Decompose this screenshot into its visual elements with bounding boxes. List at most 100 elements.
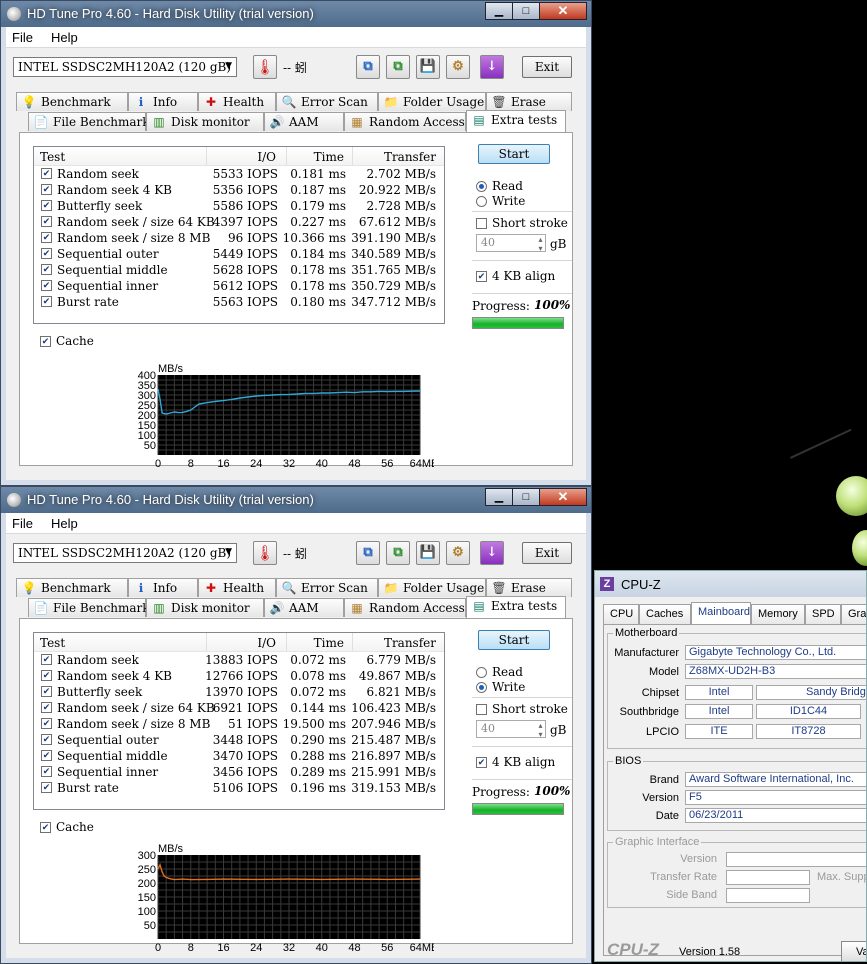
drive-select[interactable]: INTEL SSDSC2MH120A2 (120 gB) ▼: [13, 57, 237, 77]
column-header[interactable]: Transfer: [384, 150, 436, 164]
tab-info[interactable]: ℹ Info: [128, 92, 198, 111]
exit-button[interactable]: Exit: [522, 56, 572, 78]
table-row[interactable]: Sequential outer 5449 IOPS 0.184 ms 340.589…: [34, 246, 444, 262]
options-icon[interactable]: ⚙: [446, 55, 470, 79]
tab-extra-tests[interactable]: ▤ Extra tests: [466, 110, 566, 132]
align-checkbox[interactable]: [476, 271, 487, 282]
table-row[interactable]: Burst rate 5563 IOPS 0.180 ms 347.712 MB/s: [34, 294, 444, 310]
table-row[interactable]: Butterfly seek 5586 IOPS 0.179 ms 2.728 MB/…: [34, 198, 444, 214]
table-row[interactable]: Sequential outer 3448 IOPS 0.290 ms 215.487…: [34, 732, 444, 748]
menu-help[interactable]: Help: [51, 516, 78, 531]
cpuz-tab-memory[interactable]: Memory: [751, 604, 805, 624]
tab-random-access[interactable]: ▦ Random Access: [344, 112, 466, 131]
copy-all-icon[interactable]: ⧉: [386, 55, 410, 79]
copy-icon[interactable]: ⧉: [356, 55, 380, 79]
row-checkbox[interactable]: [41, 232, 52, 243]
menu-help[interactable]: Help: [51, 30, 78, 45]
tab-file-benchmark[interactable]: 📄 File Benchmark: [28, 598, 150, 617]
table-row[interactable]: Sequential inner 5612 IOPS 0.178 ms 350.729…: [34, 278, 444, 294]
cpuz-tab-caches[interactable]: Caches: [639, 604, 691, 624]
tab-aam[interactable]: 🔊 AAM: [264, 598, 344, 617]
tab-disk-monitor[interactable]: ▥ Disk monitor: [146, 598, 264, 617]
row-checkbox[interactable]: [41, 264, 52, 275]
table-row[interactable]: Random seek / size 8 MB 96 IOPS 10.366 ms 3…: [34, 230, 444, 246]
read-radio[interactable]: [476, 667, 487, 678]
menu-file[interactable]: File: [12, 30, 33, 45]
column-separator[interactable]: [206, 633, 207, 651]
row-checkbox[interactable]: [41, 184, 52, 195]
save-icon[interactable]: 💾: [416, 55, 440, 79]
maximize-button[interactable]: □: [512, 488, 540, 506]
read-radio[interactable]: [476, 181, 487, 192]
table-row[interactable]: Random seek / size 64 KB4397 IOPS 0.227 m…: [34, 214, 444, 230]
short-stroke-checkbox[interactable]: [476, 218, 487, 229]
tab-benchmark[interactable]: 💡 Benchmark: [16, 578, 128, 597]
column-header[interactable]: Test: [40, 636, 65, 650]
table-row[interactable]: Random seek 13883 IOPS 0.072 ms 6.779 MB/s: [34, 652, 444, 668]
table-row[interactable]: Sequential middle 3470 IOPS 0.288 ms 216.89…: [34, 748, 444, 764]
table-row[interactable]: Random seek / size 64 KB6921 IOPS 0.144 m…: [34, 700, 444, 716]
minimize-button[interactable]: ▁: [485, 2, 513, 20]
tab-disk-monitor[interactable]: ▥ Disk monitor: [146, 112, 264, 131]
cpuz-titlebar[interactable]: Z CPU-Z: [595, 571, 866, 597]
download-icon[interactable]: ↓: [480, 541, 504, 565]
tab-info[interactable]: ℹ Info: [128, 578, 198, 597]
tab-error-scan[interactable]: 🔍 Error Scan: [276, 92, 378, 111]
row-checkbox[interactable]: [41, 750, 52, 761]
tab-file-benchmark[interactable]: 📄 File Benchmark: [28, 112, 150, 131]
short-stroke-spinner[interactable]: 40: [476, 720, 546, 739]
save-icon[interactable]: 💾: [416, 541, 440, 565]
table-row[interactable]: Random seek 5533 IOPS 0.181 ms 2.702 MB/s: [34, 166, 444, 182]
cache-checkbox[interactable]: [40, 822, 51, 833]
table-row[interactable]: Random seek 4 KB 12766 IOPS 0.078 ms 49.867…: [34, 668, 444, 684]
exit-button[interactable]: Exit: [522, 542, 572, 564]
download-icon[interactable]: ↓: [480, 55, 504, 79]
column-separator[interactable]: [352, 633, 353, 651]
table-row[interactable]: Random seek 4 KB 5356 IOPS 0.187 ms 20.922 …: [34, 182, 444, 198]
copy-all-icon[interactable]: ⧉: [386, 541, 410, 565]
tab-folder-usage[interactable]: 📁 Folder Usage: [378, 92, 486, 111]
tab-extra-tests[interactable]: ▤ Extra tests: [466, 596, 566, 618]
tab-erase[interactable]: 🗑 Erase: [486, 578, 572, 597]
column-header[interactable]: Transfer: [384, 636, 436, 650]
row-checkbox[interactable]: [41, 734, 52, 745]
tab-benchmark[interactable]: 💡 Benchmark: [16, 92, 128, 111]
thermometer-icon[interactable]: 🌡: [253, 541, 277, 565]
table-row[interactable]: Random seek / size 8 MB 51 IOPS 19.500 ms 2…: [34, 716, 444, 732]
drive-select[interactable]: INTEL SSDSC2MH120A2 (120 gB) ▼: [13, 543, 237, 563]
thermometer-icon[interactable]: 🌡: [253, 55, 277, 79]
write-radio[interactable]: [476, 196, 487, 207]
start-button[interactable]: Start: [478, 630, 550, 650]
column-header[interactable]: I/O: [257, 150, 276, 164]
cpuz-validate-button[interactable]: Va: [841, 941, 866, 961]
table-row[interactable]: Burst rate 5106 IOPS 0.196 ms 319.153 MB/s: [34, 780, 444, 796]
short-stroke-checkbox[interactable]: [476, 704, 487, 715]
row-checkbox[interactable]: [41, 718, 52, 729]
row-checkbox[interactable]: [41, 782, 52, 793]
row-checkbox[interactable]: [41, 248, 52, 259]
column-separator[interactable]: [286, 147, 287, 165]
copy-icon[interactable]: ⧉: [356, 541, 380, 565]
tab-random-access[interactable]: ▦ Random Access: [344, 598, 466, 617]
column-header[interactable]: Test: [40, 150, 65, 164]
row-checkbox[interactable]: [41, 654, 52, 665]
cpuz-tab-spd[interactable]: SPD: [805, 604, 841, 624]
cache-checkbox[interactable]: [40, 336, 51, 347]
write-radio[interactable]: [476, 682, 487, 693]
row-checkbox[interactable]: [41, 216, 52, 227]
row-checkbox[interactable]: [41, 200, 52, 211]
row-checkbox[interactable]: [41, 280, 52, 291]
tab-erase[interactable]: 🗑 Erase: [486, 92, 572, 111]
cpuz-tab-cpu[interactable]: CPU: [603, 604, 639, 624]
column-header[interactable]: Time: [314, 150, 344, 164]
cpuz-tab-gra[interactable]: Gra: [841, 604, 866, 624]
table-row[interactable]: Sequential inner 3456 IOPS 0.289 ms 215.991…: [34, 764, 444, 780]
row-checkbox[interactable]: [41, 702, 52, 713]
options-icon[interactable]: ⚙: [446, 541, 470, 565]
row-checkbox[interactable]: [41, 686, 52, 697]
short-stroke-spinner[interactable]: 40: [476, 234, 546, 253]
tab-folder-usage[interactable]: 📁 Folder Usage: [378, 578, 486, 597]
menu-file[interactable]: File: [12, 516, 33, 531]
close-button[interactable]: ✕: [539, 488, 587, 506]
column-separator[interactable]: [352, 147, 353, 165]
